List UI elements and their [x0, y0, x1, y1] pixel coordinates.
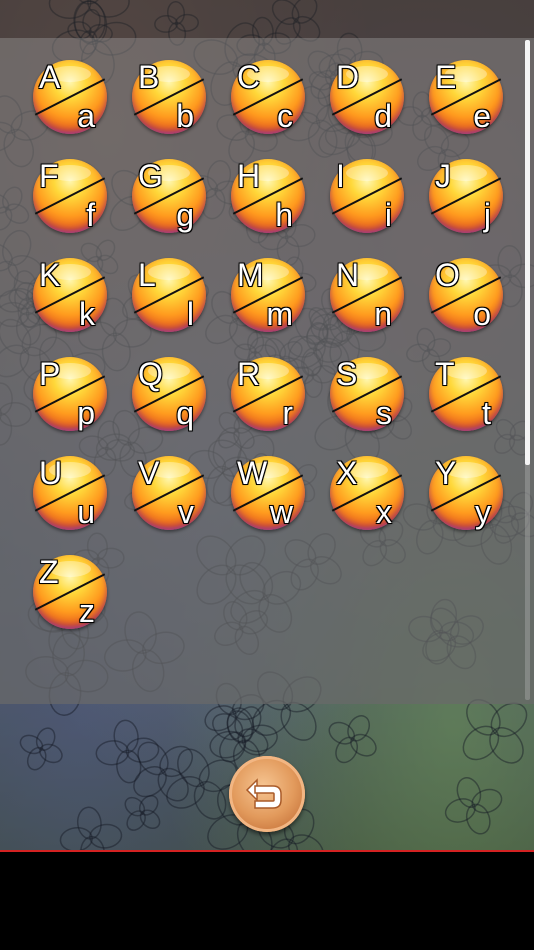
lowercase-letter: q [176, 395, 194, 431]
uppercase-letter: S [336, 356, 358, 392]
uppercase-letter: F [39, 158, 59, 194]
lowercase-letter: t [482, 395, 491, 431]
lowercase-letter: s [376, 395, 392, 431]
lowercase-letter: m [266, 296, 293, 332]
lowercase-letter: x [376, 494, 392, 530]
uppercase-letter: N [336, 257, 360, 293]
uppercase-letter: O [435, 257, 460, 293]
lowercase-letter: v [178, 494, 194, 530]
uppercase-letter: G [138, 158, 163, 194]
lowercase-letter: h [275, 197, 293, 233]
return-arrow-icon [245, 778, 282, 809]
scrollbar[interactable] [525, 40, 530, 700]
uppercase-letter: Z [39, 554, 59, 590]
uppercase-letter: D [336, 59, 360, 95]
uppercase-letter: Q [138, 356, 163, 392]
letter-ball-a[interactable]: Aa [33, 60, 107, 134]
uppercase-letter: E [435, 59, 457, 95]
scrollbar-thumb[interactable] [525, 40, 530, 465]
letter-ball-g[interactable]: Gg [132, 159, 206, 233]
uppercase-letter: H [237, 158, 261, 194]
uppercase-letter: X [336, 455, 358, 491]
uppercase-letter: Y [435, 455, 457, 491]
lowercase-letter: a [77, 98, 95, 134]
lowercase-letter: g [176, 197, 194, 233]
uppercase-letter: V [138, 455, 160, 491]
lowercase-letter: w [269, 494, 293, 530]
letter-ball-q[interactable]: Qq [132, 357, 206, 431]
uppercase-letter: K [39, 257, 61, 293]
letter-ball-b[interactable]: Bb [132, 60, 206, 134]
uppercase-letter: T [435, 356, 455, 392]
letter-ball-n[interactable]: Nn [330, 258, 404, 332]
letter-ball-o[interactable]: Oo [429, 258, 503, 332]
letter-ball-j[interactable]: Jj [429, 159, 503, 233]
back-button[interactable] [229, 756, 305, 832]
uppercase-letter: M [237, 257, 264, 293]
letter-ball-d[interactable]: Dd [330, 60, 404, 134]
uppercase-letter: W [237, 455, 268, 491]
letter-ball-t[interactable]: Tt [429, 357, 503, 431]
letter-ball-i[interactable]: Ii [330, 159, 404, 233]
letter-ball-h[interactable]: Hh [231, 159, 305, 233]
lowercase-letter: d [374, 98, 392, 134]
top-bar [0, 0, 534, 38]
uppercase-letter: R [237, 356, 261, 392]
lowercase-letter: j [483, 197, 491, 233]
letter-ball-y[interactable]: Yy [429, 456, 503, 530]
lowercase-letter: c [277, 98, 293, 134]
lowercase-letter: b [176, 98, 194, 134]
lowercase-letter: l [186, 296, 194, 332]
letter-ball-e[interactable]: Ee [429, 60, 503, 134]
lowercase-letter: k [79, 296, 95, 332]
letter-ball-x[interactable]: Xx [330, 456, 404, 530]
lowercase-letter: r [282, 395, 293, 431]
uppercase-letter: I [336, 158, 345, 194]
letter-ball-m[interactable]: Mm [231, 258, 305, 332]
bottom-bar [0, 852, 534, 950]
lowercase-letter: y [475, 494, 491, 530]
lowercase-letter: z [79, 593, 95, 629]
letter-ball-p[interactable]: Pp [33, 357, 107, 431]
lowercase-letter: p [77, 395, 95, 431]
lowercase-letter: f [86, 197, 95, 233]
lowercase-letter: u [77, 494, 95, 530]
letter-ball-u[interactable]: Uu [33, 456, 107, 530]
letter-ball-l[interactable]: Ll [132, 258, 206, 332]
lowercase-letter: o [473, 296, 491, 332]
uppercase-letter: C [237, 59, 261, 95]
letter-ball-k[interactable]: Kk [33, 258, 107, 332]
letter-ball-z[interactable]: Zz [33, 555, 107, 629]
game-background: AaBbCcDdEeFfGgHhIiJjKkLlMmNnOoPpQqRrSsTt… [0, 0, 534, 850]
uppercase-letter: U [39, 455, 63, 491]
lowercase-letter: i [384, 197, 392, 233]
letter-ball-c[interactable]: Cc [231, 60, 305, 134]
letter-ball-r[interactable]: Rr [231, 357, 305, 431]
uppercase-letter: P [39, 356, 61, 392]
ball-highlight [346, 165, 388, 181]
lowercase-letter: e [473, 98, 491, 134]
ball-highlight [445, 165, 487, 181]
lowercase-letter: n [374, 296, 392, 332]
letter-ball-f[interactable]: Ff [33, 159, 107, 233]
uppercase-letter: A [39, 59, 61, 95]
letter-ball-v[interactable]: Vv [132, 456, 206, 530]
uppercase-letter: L [138, 257, 156, 293]
letter-ball-w[interactable]: Ww [231, 456, 305, 530]
uppercase-letter: B [138, 59, 160, 95]
uppercase-letter: J [435, 158, 451, 194]
letter-ball-s[interactable]: Ss [330, 357, 404, 431]
